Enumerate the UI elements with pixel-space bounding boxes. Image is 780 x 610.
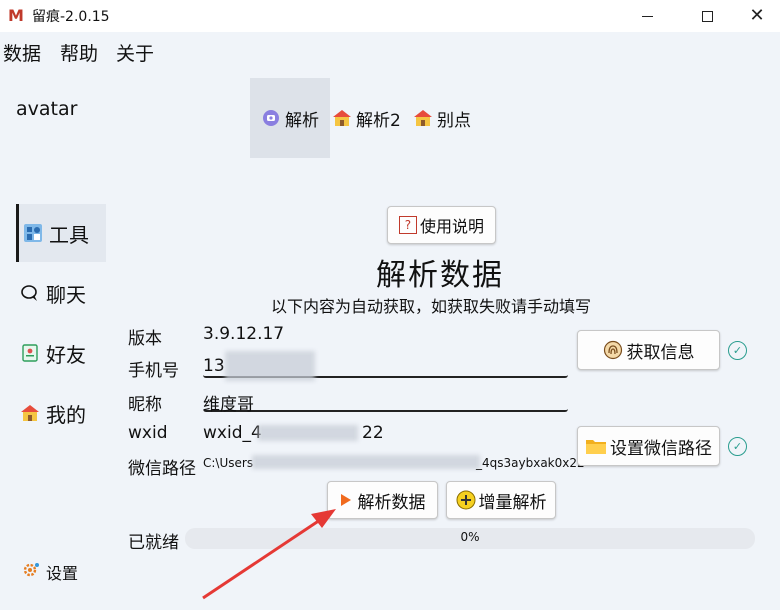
incremental-parse-label: 增量解析 [478,492,547,513]
progress-text: 0% [460,530,480,544]
sidebar-item-label: 工具 [49,222,89,247]
set-wechat-path-label: 设置微信路径 [610,438,712,459]
folder-icon [585,437,607,455]
wechat-path-value: C:\Users [203,456,254,470]
menu-data[interactable]: 数据 [3,39,41,66]
wechat-path-label: 微信路径 [128,459,196,479]
version-value: 3.9.12.17 [203,324,285,344]
tab-parse2[interactable]: 解析2 [332,78,401,158]
menu-about[interactable]: 关于 [116,39,154,66]
incremental-parse-button[interactable]: 增量解析 [446,481,556,519]
page-title: 解析数据 [376,258,504,293]
house-icon [413,108,433,128]
redaction-mask [225,351,315,381]
sidebar-item-tools[interactable]: 工具 [16,204,106,262]
check-icon: ✓ [728,341,747,360]
maximize-button[interactable] [684,0,730,32]
sidebar-item-friends[interactable]: 好友 [16,324,106,382]
set-wechat-path-button[interactable]: 设置微信路径 [577,426,720,466]
version-label: 版本 [128,329,162,349]
parse-icon [261,108,281,128]
friends-icon [20,343,40,363]
app-logo-icon: M [8,6,24,25]
page-subtitle: 以下内容为自动获取，如获取失败请手动填写 [271,297,592,316]
sidebar-item-chat[interactable]: 聊天 [16,264,106,322]
tab-label: 别点 [437,110,471,131]
wechat-path-tail: _4qs3aybxak0x22 [476,456,585,470]
maximize-icon [701,10,713,22]
status-label: 已就绪 [128,533,179,553]
tab-label: 解析 [285,110,319,131]
plus-circle-icon [456,490,476,510]
help-icon: ? [398,216,417,234]
play-icon [340,493,352,507]
menu-bar: 数据 帮助 关于 [0,32,780,70]
nickname-field[interactable] [203,390,568,412]
fingerprint-icon [603,340,623,360]
redaction-mask [252,455,480,469]
settings-label: 设置 [46,564,79,583]
minimize-icon [641,15,653,17]
title-bar: M 留痕-2.0.15 ✕ [0,0,780,32]
get-info-label: 获取信息 [626,342,695,363]
help-button-label: 使用说明 [419,217,484,236]
house-icon [332,108,352,128]
sidebar-item-settings[interactable]: 设置 [22,560,78,584]
chat-icon [20,283,40,303]
window-title: 留痕-2.0.15 [32,9,110,25]
avatar[interactable]: avatar [16,98,77,120]
wxid-value: wxid_4 [203,423,262,443]
redaction-mask [258,425,358,441]
tools-icon [23,223,43,243]
check-icon: ✓ [728,437,747,456]
phone-label: 手机号 [128,361,179,381]
progress-bar: 0% [185,528,755,549]
nickname-label: 昵称 [128,395,162,415]
phone-value: 13 [203,356,225,376]
sidebar-item-label: 我的 [46,402,86,427]
parse-data-label: 解析数据 [357,492,426,513]
sidebar-item-mine[interactable]: 我的 [16,384,106,442]
home-icon [20,403,40,423]
help-button[interactable]: ? 使用说明 [387,206,496,244]
wxid-value-tail: 22 [362,423,384,443]
tab-label: 解析2 [356,110,401,131]
minimize-button[interactable] [624,0,670,32]
sidebar-item-label: 聊天 [46,282,86,307]
sidebar-item-label: 好友 [46,342,86,367]
close-icon: ✕ [749,5,765,26]
nickname-value: 维度哥 [203,395,254,415]
menu-help[interactable]: 帮助 [60,39,98,66]
parse-data-button[interactable]: 解析数据 [327,481,438,519]
get-info-button[interactable]: 获取信息 [577,330,720,370]
gear-icon [22,561,40,583]
wxid-label: wxid [128,423,168,443]
close-button[interactable]: ✕ [734,0,780,32]
tab-alias[interactable]: 别点 [413,78,471,158]
tab-parse[interactable]: 解析 [250,78,330,158]
